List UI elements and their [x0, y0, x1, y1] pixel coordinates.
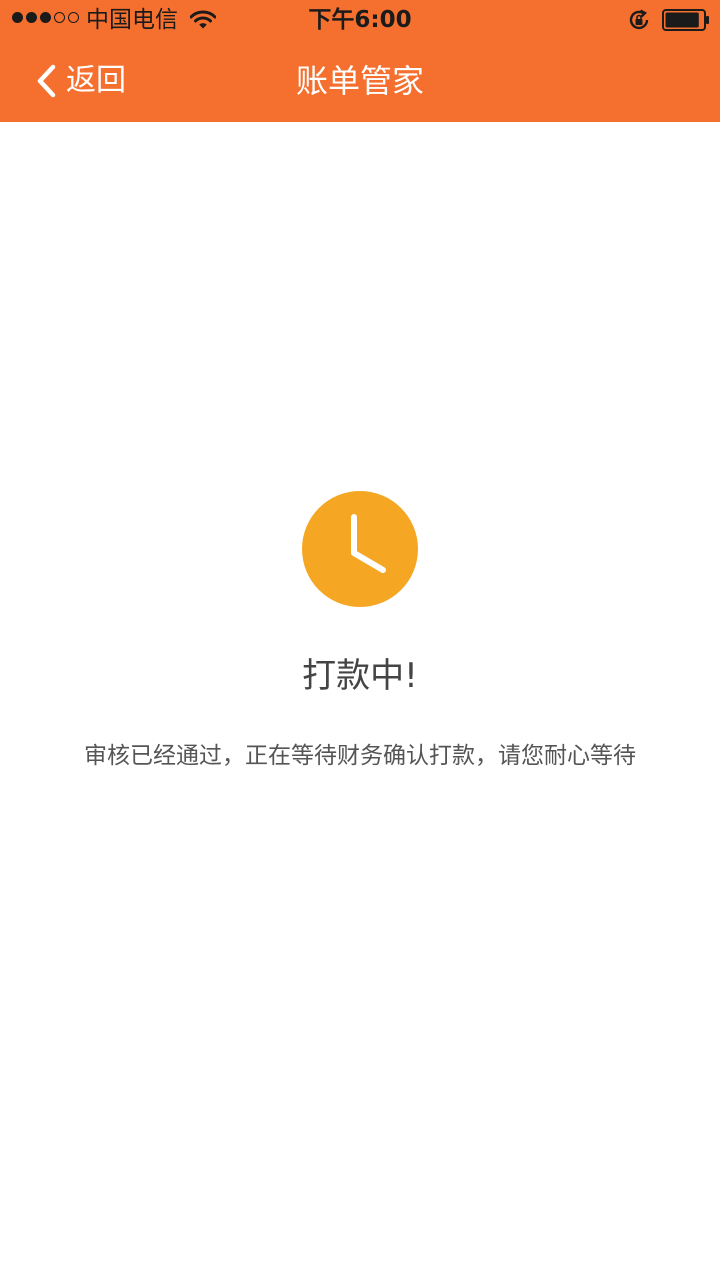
navigation-bar: 返回 账单管家 — [0, 40, 720, 122]
clock-icon — [302, 491, 418, 607]
top-bar: 中国电信 下午6:00 返回 账单管家 — [0, 0, 720, 122]
page-title: 账单管家 — [295, 62, 424, 100]
rotation-lock-icon — [629, 9, 649, 30]
status-title: 打款中! — [302, 656, 418, 696]
status-bar: 中国电信 下午6:00 — [0, 0, 720, 40]
battery-icon — [662, 9, 709, 31]
screen: 中国电信 下午6:00 返回 账单管家 打款中! 审核已经通过，正在等待财务确认… — [0, 0, 720, 1280]
status-time: 下午6:00 — [308, 7, 412, 33]
status-message: 审核已经通过，正在等待财务确认打款，请您耐心等待 — [84, 743, 636, 769]
